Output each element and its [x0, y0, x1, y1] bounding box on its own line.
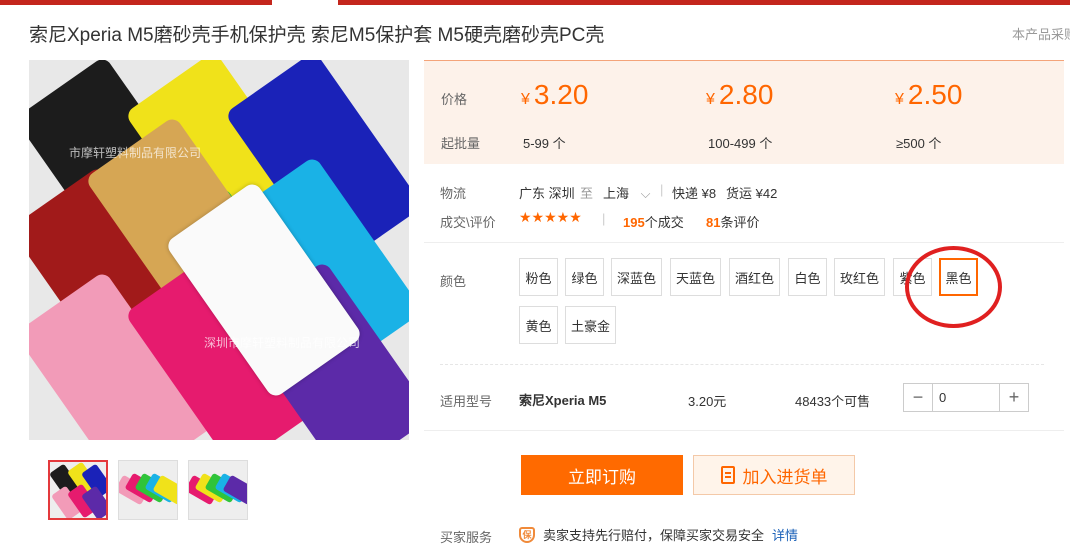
- shield-icon: 保: [519, 526, 535, 543]
- color-option-navy[interactable]: 深蓝色: [611, 258, 662, 296]
- model-unit-price: 3.20元: [688, 394, 727, 409]
- thumbnail-3[interactable]: [188, 460, 248, 520]
- price-value: 2.80: [718, 79, 774, 110]
- qty-tier-1: 5-99 个: [523, 136, 566, 151]
- divider-bar: |: [602, 211, 606, 226]
- main-product-image[interactable]: 市摩轩塑料制品有限公司 深圳市摩轩塑料制品有限公司: [29, 60, 409, 440]
- qty-tier-3: ≥500 个: [896, 136, 942, 151]
- add-to-cart-button[interactable]: 加入进货单: [693, 455, 855, 495]
- increment-button[interactable]: +: [1000, 384, 1028, 411]
- procurement-link[interactable]: 本产品采购: [1012, 24, 1070, 43]
- decrement-button[interactable]: −: [904, 384, 932, 411]
- freight-fee: 货运 ¥42: [726, 186, 778, 201]
- destination-value: 上海: [603, 186, 630, 201]
- service-details-link[interactable]: 详情: [772, 525, 798, 544]
- deals-label: 成交\评价: [440, 215, 496, 230]
- service-text: 卖家支持先行赔付，保障买家交易安全: [543, 528, 765, 543]
- model-stock: 48433个可售: [795, 394, 871, 409]
- color-label: 颜色: [440, 274, 467, 289]
- moq-label: 起批量: [441, 136, 481, 151]
- qty-tier-2: 100-499 个: [708, 136, 773, 151]
- image-watermark-2: 深圳市摩轩塑料制品有限公司: [204, 336, 361, 350]
- price-tier-2: ¥2.80: [706, 79, 773, 111]
- service-info: 保 卖家支持先行赔付，保障买家交易安全 详情: [519, 525, 798, 544]
- service-label: 买家服务: [440, 530, 493, 545]
- quantity-stepper: − 0 +: [903, 383, 1029, 412]
- currency-symbol: ¥: [895, 91, 904, 108]
- price-value: 3.20: [533, 79, 589, 110]
- top-bar-right: [338, 0, 1070, 5]
- color-option-green[interactable]: 绿色: [565, 258, 604, 296]
- top-bar-left: [0, 0, 272, 5]
- logistics-from: 广东 深圳: [519, 186, 575, 201]
- color-option-rose-red[interactable]: 玫红色: [834, 258, 885, 296]
- price-panel: 价格 起批量 ¥3.20 ¥2.80 ¥2.50 5-99 个 100-499 …: [424, 60, 1064, 164]
- clipboard-icon: [720, 466, 735, 484]
- color-option-black[interactable]: 黑色: [939, 258, 978, 296]
- color-option-gold[interactable]: 土豪金: [565, 306, 616, 344]
- review-count-text: 条评价: [720, 215, 760, 230]
- logistics-destination-select[interactable]: 上海 ⌵: [603, 183, 651, 202]
- model-label: 适用型号: [440, 394, 493, 409]
- review-count-number: 81: [706, 215, 721, 230]
- chevron-down-icon: ⌵: [640, 186, 651, 201]
- top-tab-bar: [0, 0, 1070, 5]
- product-title: 索尼Xperia M5磨砂壳手机保护壳 索尼M5保护套 M5硬壳磨砂壳PC壳: [29, 25, 605, 46]
- currency-symbol: ¥: [521, 91, 530, 108]
- thumbnail-strip: [48, 460, 248, 520]
- express-fee: 快递 ¥8: [672, 186, 717, 201]
- add-to-cart-label: 加入进货单: [742, 467, 828, 487]
- price-tier-3: ¥2.50: [895, 79, 962, 111]
- price-tier-1: ¥3.20: [521, 79, 588, 111]
- color-option-purple[interactable]: 紫色: [893, 258, 932, 296]
- color-option-pink[interactable]: 粉色: [519, 258, 558, 296]
- deal-count[interactable]: 195个成交: [623, 212, 684, 231]
- quantity-input[interactable]: 0: [932, 384, 1000, 411]
- divider: [424, 430, 1064, 431]
- deal-count-number: 195: [623, 215, 645, 230]
- review-count[interactable]: 81条评价: [706, 212, 759, 231]
- divider-bar: |: [660, 182, 664, 197]
- currency-symbol: ¥: [706, 91, 715, 108]
- thumbnail-2[interactable]: [118, 460, 178, 520]
- image-watermark: 市摩轩塑料制品有限公司: [69, 146, 202, 160]
- color-option-wine-red[interactable]: 酒红色: [729, 258, 780, 296]
- color-option-white[interactable]: 白色: [788, 258, 827, 296]
- logistics-label: 物流: [440, 186, 467, 201]
- model-name: 索尼Xperia M5: [519, 393, 607, 408]
- logistics-to-word: 至: [580, 186, 594, 201]
- color-option-yellow[interactable]: 黄色: [519, 306, 558, 344]
- thumbnail-1[interactable]: [48, 460, 108, 520]
- price-value: 2.50: [907, 79, 963, 110]
- divider: [424, 242, 1064, 243]
- price-label: 价格: [441, 92, 468, 107]
- rating-stars: ★★★★★: [519, 209, 582, 225]
- divider: [440, 364, 1044, 365]
- color-option-sky-blue[interactable]: 天蓝色: [670, 258, 721, 296]
- buy-now-button[interactable]: 立即订购: [521, 455, 683, 495]
- deal-count-text: 个成交: [644, 215, 684, 230]
